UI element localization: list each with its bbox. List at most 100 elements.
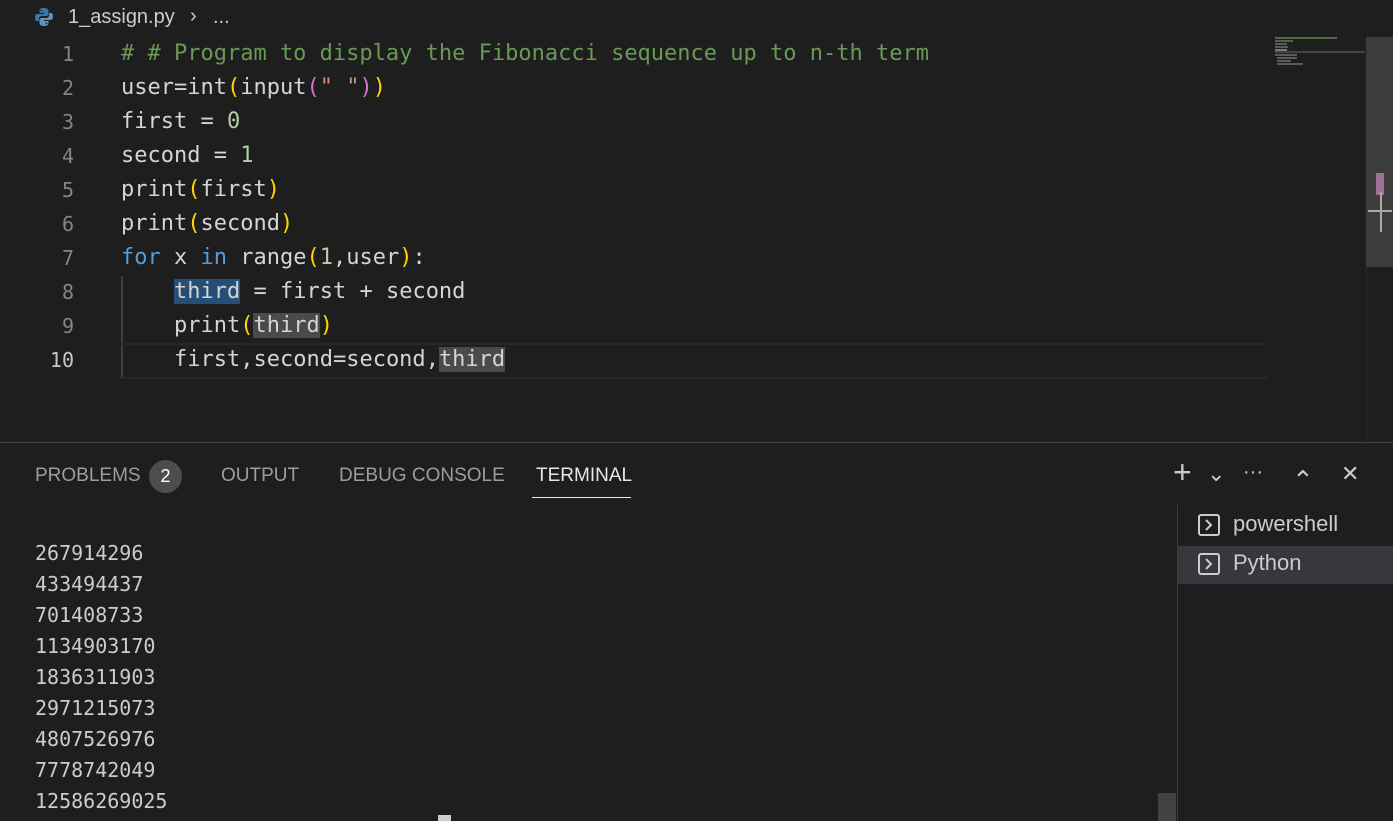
code-line[interactable]: 6 print(second) — [0, 207, 1270, 241]
code-token: user — [121, 75, 174, 100]
code-line[interactable]: 4 second = 1 — [0, 139, 1270, 173]
active-tab-indicator — [532, 497, 631, 498]
minimap-line — [1275, 46, 1288, 48]
minimap-line — [1277, 63, 1303, 65]
terminal-line: 1134903170 — [35, 634, 156, 658]
breadcrumb: 1_assign.py › ... — [0, 0, 1393, 36]
editor-scrollbar-thumb[interactable] — [1366, 37, 1393, 267]
code-token: int — [187, 75, 227, 100]
code-token: = — [200, 143, 241, 168]
code-token: ( — [187, 177, 201, 202]
tab-output[interactable]: OUTPUT — [221, 465, 299, 495]
terminal-line: 2971215073 — [35, 696, 156, 720]
code-line[interactable]: 3 first = 0 — [0, 105, 1270, 139]
code-token: , — [240, 347, 254, 372]
code-token: ) — [319, 313, 333, 338]
terminal-icon — [1198, 514, 1220, 536]
code-line[interactable]: 5 print(first) — [0, 173, 1270, 207]
chevron-down-icon[interactable]: ⌄ — [1207, 459, 1225, 489]
code-token: first — [173, 347, 241, 372]
terminal-line: 267914296 — [35, 541, 144, 565]
terminal-icon — [1198, 553, 1220, 575]
code-token: in — [200, 245, 228, 270]
line-number: 8 — [61, 280, 74, 304]
terminal-output[interactable]: 267914296 433494437 701408733 1134903170… — [35, 538, 167, 817]
minimap[interactable] — [1275, 37, 1365, 67]
code-token: , — [425, 347, 439, 372]
terminal-line: 7778742049 — [35, 758, 156, 782]
terminal-line: 433494437 — [35, 572, 144, 596]
minimap-line — [1275, 40, 1293, 42]
code-comment: # # Program to display the Fibonacci seq… — [121, 41, 929, 66]
code-line[interactable]: 9 print(third) — [0, 309, 1270, 343]
problems-count-badge: 2 — [149, 460, 182, 493]
code-token: x — [174, 245, 188, 270]
bottom-panel: PROBLEMS 2 OUTPUT DEBUG CONSOLE TERMINAL… — [0, 442, 1393, 821]
tab-debug-console[interactable]: DEBUG CONSOLE — [339, 465, 505, 495]
code-token: ) — [266, 177, 280, 202]
line-number: 10 — [49, 348, 74, 372]
code-line[interactable]: 1 # # Program to display the Fibonacci s… — [0, 37, 1270, 71]
code-token: second — [200, 211, 280, 236]
code-token: ) — [399, 245, 413, 270]
scrollbar-cursor-marker — [1380, 192, 1382, 232]
terminal-line: 4807526976 — [35, 727, 156, 751]
code-editor[interactable]: 1 # # Program to display the Fibonacci s… — [0, 37, 1393, 441]
code-token: range — [240, 245, 307, 270]
code-token: , — [332, 245, 347, 270]
close-panel-icon[interactable]: ✕ — [1341, 459, 1359, 489]
code-token: ) — [359, 75, 373, 100]
line-number: 5 — [61, 178, 74, 202]
breadcrumb-file[interactable]: 1_assign.py — [68, 6, 175, 29]
code-token: print — [173, 313, 241, 338]
code-token: 1 — [240, 143, 254, 168]
code-token: second — [121, 143, 201, 168]
code-token: first — [121, 109, 188, 134]
more-actions-icon[interactable]: ··· — [1243, 457, 1263, 487]
terminal-line: 701408733 — [35, 603, 144, 627]
code-line-current[interactable]: 10 first,second=second,third — [0, 343, 1270, 379]
minimap-slider — [1275, 51, 1365, 53]
tab-problems[interactable]: PROBLEMS — [35, 465, 141, 495]
minimap-line — [1277, 60, 1291, 62]
line-number: 6 — [61, 212, 74, 236]
line-number: 9 — [61, 314, 74, 338]
terminal-item-powershell[interactable]: powershell — [1178, 507, 1393, 545]
code-line[interactable]: 8 third = first + second — [0, 275, 1270, 309]
code-token: " " — [319, 75, 360, 100]
code-token: 0 — [226, 109, 241, 134]
scrollbar-cursor-marker — [1368, 210, 1392, 212]
terminal-cursor — [438, 815, 451, 821]
code-token: = — [173, 75, 188, 100]
code-token: ) — [372, 75, 386, 100]
breadcrumb-more[interactable]: ... — [213, 6, 230, 29]
code-token: : — [412, 245, 426, 270]
code-token: = — [187, 109, 227, 134]
code-token: first — [279, 279, 347, 304]
minimap-line — [1275, 54, 1297, 56]
code-token: ( — [306, 75, 320, 100]
minimap-line — [1275, 37, 1337, 39]
terminal-scrollbar-thumb[interactable] — [1158, 793, 1176, 821]
line-number: 3 — [61, 110, 74, 134]
code-line[interactable]: 2 user=int(input(" ")) — [0, 71, 1270, 105]
line-number: 7 — [61, 246, 74, 270]
symbol-occurrence: third — [438, 347, 506, 372]
terminal-item-python[interactable]: Python — [1178, 546, 1393, 584]
code-token: = — [240, 279, 280, 304]
new-terminal-icon[interactable]: + — [1173, 456, 1192, 488]
code-token: = — [332, 347, 347, 372]
code-token: print — [121, 211, 188, 236]
minimap-line — [1277, 57, 1297, 59]
maximize-panel-icon[interactable]: ⌃ — [1292, 465, 1314, 495]
code-line[interactable]: 7 for x in range(1,user): — [0, 241, 1270, 275]
terminal-list: powershell Python — [1177, 505, 1393, 821]
terminal-line: 1836311903 — [35, 665, 156, 689]
tab-terminal[interactable]: TERMINAL — [536, 465, 632, 495]
symbol-occurrence: third — [253, 313, 320, 338]
minimap-line — [1275, 43, 1287, 45]
line-number: 1 — [61, 42, 74, 66]
